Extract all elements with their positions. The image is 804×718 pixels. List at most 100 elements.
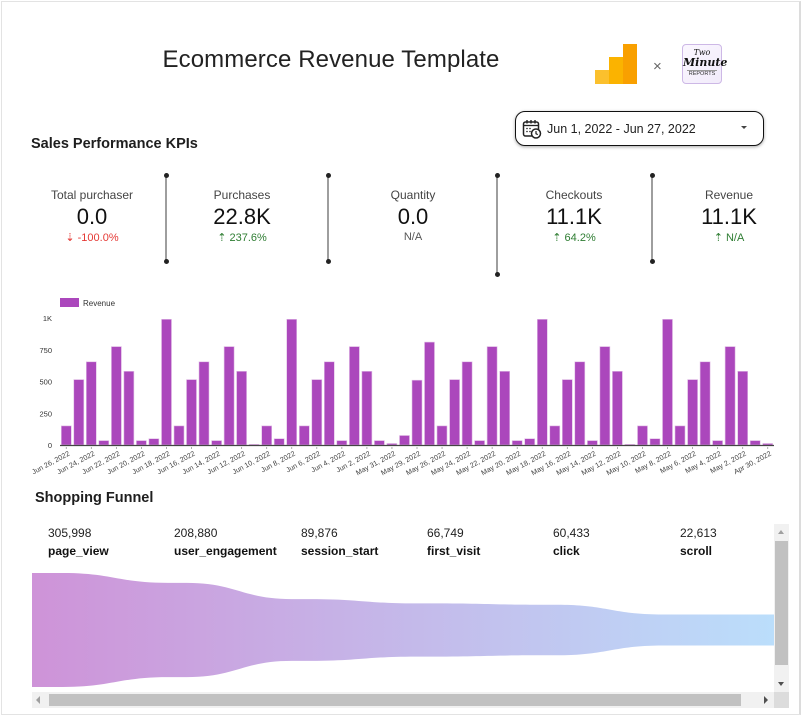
calendar-clock-icon: [522, 119, 542, 139]
bar: [273, 438, 285, 446]
scroll-down-icon[interactable]: [778, 682, 784, 686]
date-range-picker[interactable]: Jun 1, 2022 - Jun 27, 2022: [515, 111, 764, 146]
kpi-section-title: Sales Performance KPIs: [31, 136, 198, 152]
two-minute-reports-logo: Two Minute REPORTS: [682, 44, 728, 84]
bar: [612, 371, 623, 446]
bar: [411, 379, 423, 446]
funnel-stage-scroll: 22,613 scroll: [680, 526, 717, 558]
arrow-down-icon: ⇣: [65, 232, 75, 244]
bar: [474, 440, 485, 446]
kpi-delta-value: N/A: [403, 231, 423, 243]
kpi-value: 0.0: [397, 204, 429, 229]
bar: [737, 371, 749, 446]
funnel-stage-name: session_start: [301, 544, 379, 558]
bar: [687, 379, 698, 446]
bar: [123, 371, 135, 446]
bar: [98, 440, 110, 446]
funnel-stage-value: 22,613: [680, 526, 717, 540]
funnel-section-title: Shopping Funnel: [35, 490, 154, 506]
kpi-delta-value: N/A: [725, 232, 745, 244]
bar: [186, 379, 197, 446]
kpi-checkouts: Checkouts 11.1K ⇡ 64.2%: [499, 188, 649, 244]
kpi-divider: [325, 173, 331, 264]
bar: [424, 341, 435, 446]
bar: [60, 425, 72, 446]
funnel-chart: [32, 573, 774, 687]
bar: [599, 346, 611, 446]
bar: [223, 346, 235, 446]
vertical-scroll-thumb[interactable]: [775, 541, 788, 665]
bar: [749, 440, 761, 446]
funnel-stage-name: scroll: [680, 544, 713, 558]
kpi-delta: ⇡ N/A: [654, 231, 804, 244]
revenue-bar-chart: Revenue02505007501KJun 26, 2022Jun 24, 2…: [30, 298, 774, 477]
bar: [574, 361, 586, 446]
bar: [386, 443, 398, 446]
kpi-divider: [494, 173, 500, 277]
bar: [111, 346, 122, 446]
kpi-total-purchaser: Total purchaser 0.0 ⇣ -100.0%: [17, 188, 167, 244]
funnel-stage-session-start: 89,876 session_start: [301, 526, 378, 558]
kpi-label: Quantity: [390, 188, 436, 202]
kpi-label: Revenue: [704, 188, 754, 202]
bar: [561, 379, 573, 446]
bar: [649, 438, 661, 446]
funnel-stage-value: 66,749: [427, 526, 464, 540]
funnel-stage-value: 208,880: [174, 526, 218, 540]
separator-x: ×: [653, 58, 662, 75]
bar: [549, 425, 561, 446]
kpi-quantity: Quantity 0.0 N/A: [338, 188, 488, 243]
horizontal-scroll-thumb[interactable]: [49, 694, 741, 706]
bar: [161, 318, 172, 446]
kpi-value: 11.1K: [701, 204, 757, 229]
bar: [762, 443, 774, 446]
bar: [524, 438, 536, 446]
arrow-up-icon: ⇡: [217, 232, 227, 244]
funnel-stage-value: 305,998: [48, 526, 92, 540]
kpi-value: 22.8K: [213, 204, 271, 229]
horizontal-scrollbar[interactable]: [32, 692, 774, 708]
kpi-revenue: Revenue 11.1K ⇡ N/A: [654, 188, 804, 244]
bar: [173, 425, 185, 446]
bar: [724, 346, 736, 446]
funnel-stage-name: user_engagement: [174, 544, 277, 558]
kpi-delta: N/A: [338, 231, 488, 243]
logo-line-2: Minute: [683, 56, 728, 69]
funnel-stage-value: 89,876: [301, 526, 338, 540]
funnel-stage-name: first_visit: [427, 544, 481, 558]
funnel-stage-page-view: 305,998 page_view: [48, 526, 109, 558]
arrow-up-icon: ⇡: [713, 232, 723, 244]
funnel-stage-value: 60,433: [553, 526, 590, 540]
bar: [261, 425, 273, 446]
bar: [349, 346, 360, 446]
bar: [674, 425, 686, 446]
scroll-right-icon[interactable]: [764, 696, 768, 704]
bar: [499, 371, 511, 446]
bar: [148, 438, 160, 446]
legend-label: Revenue: [83, 299, 116, 308]
scroll-up-icon[interactable]: [778, 530, 784, 534]
bar: [73, 379, 85, 446]
funnel-stage-name: click: [553, 544, 580, 558]
y-tick-label: 250: [39, 409, 52, 418]
bar: [311, 379, 323, 446]
funnel-stage-name: page_view: [48, 544, 109, 558]
funnel-stage-user-engagement: 208,880 user_engagement: [174, 526, 277, 558]
scroll-left-icon[interactable]: [36, 696, 40, 704]
funnel-shape: [32, 573, 774, 687]
google-analytics-logo: [595, 44, 637, 84]
vertical-scrollbar[interactable]: [774, 524, 789, 692]
logo-line-3: REPORTS: [687, 70, 717, 77]
chevron-down-icon: [741, 126, 747, 129]
bar: [211, 440, 222, 446]
bar: [712, 440, 723, 446]
bar: [374, 440, 385, 446]
bar: [536, 318, 548, 446]
bar: [511, 440, 523, 446]
y-tick-label: 1K: [43, 314, 52, 323]
kpi-delta-value: 237.6%: [229, 232, 267, 244]
kpi-delta-value: -100.0%: [77, 232, 119, 244]
report-title: Ecommerce Revenue Template: [162, 46, 500, 73]
y-tick-label: 750: [39, 346, 52, 355]
kpi-delta: ⇡ 237.6%: [167, 231, 317, 244]
